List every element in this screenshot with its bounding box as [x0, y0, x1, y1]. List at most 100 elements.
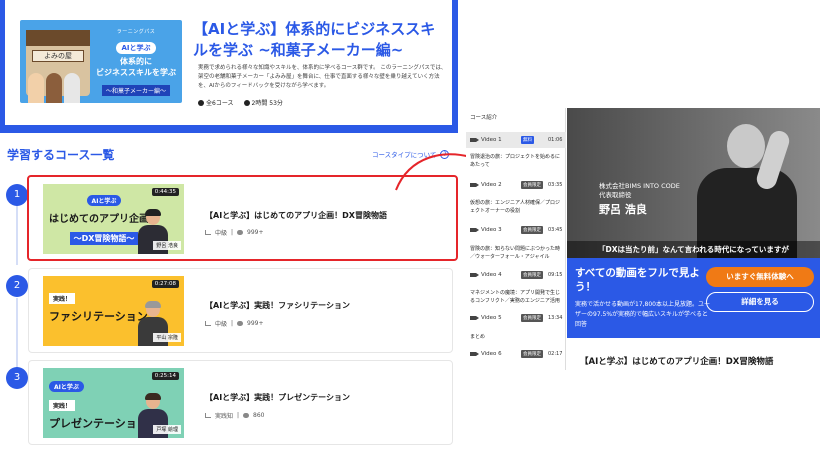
speaker-nameplate: 戸塚 絵理	[153, 425, 181, 434]
thumbnail-main-text: ファシリテーション	[49, 310, 148, 323]
thumbnail-ai-label: AIと学ぶ	[86, 195, 122, 206]
subscription-promo: すべての動画をフルで見よう！ 実務で活かせる動画が17,800本以上見放題。ユー…	[567, 258, 820, 338]
level-icon	[205, 230, 211, 235]
video-time: 09:15	[548, 272, 563, 278]
video-label: Video 4	[481, 272, 502, 278]
course-intro-panel: コース紹介 Video 1 無料 01:06 冒険退治の旅：プロジェクトを始める…	[466, 108, 566, 370]
speaker-nameplate: 野呂 浩良	[153, 241, 181, 250]
speaker-nameplate: 平山 宗隆	[153, 333, 181, 342]
meta-divider: |	[237, 412, 240, 419]
video-time: 03:45	[548, 227, 563, 233]
chapter-title: 冒険の旅：知らない問題にぶつかった時／ウォーターフォール・アジャイル	[470, 246, 561, 260]
thumbnail-sub-text: 〜DX冒険物語〜	[69, 232, 139, 245]
grid-icon	[198, 99, 204, 106]
learning-path-title: 【AIと学ぶ】体系的にビジネススキルを学ぶ ~和菓子メーカー編~	[193, 20, 436, 59]
video-item-1[interactable]: Video 1 無料 01:06	[466, 132, 566, 148]
video-camera-icon	[470, 273, 479, 277]
course-number: 2	[6, 275, 28, 297]
course-title[interactable]: 【AIと学ぶ】はじめてのアプリ企画！DX冒険物語	[205, 210, 387, 221]
learning-path-meta: 全6コース 2時間 53分	[198, 98, 283, 107]
details-button[interactable]: 詳細を見る	[706, 292, 814, 312]
member-badge: 会員限定	[521, 314, 543, 322]
course-meta: 中級 | 999+	[205, 228, 264, 237]
thumbnail-ai-label: AIと学ぶ	[49, 381, 84, 392]
speaker-hair	[145, 209, 161, 216]
course-level: 実践知	[215, 413, 234, 420]
meta-divider: |	[231, 320, 234, 327]
video-item-4[interactable]: Video 4 会員限定 09:15	[466, 267, 566, 283]
video-camera-icon	[470, 228, 479, 232]
learning-path-hero-image: よみの屋 ラーニングパス AIと学ぶ 体系的に ビジネススキルを学ぶ 〜和菓子メ…	[20, 20, 182, 103]
course-thumbnail: 0:25:14 AIと学ぶ 実践！ プレゼンテーション 戸塚 絵理	[43, 368, 184, 438]
duration-badge: 0:25:14	[151, 372, 179, 380]
duration-badge: 0:27:08	[151, 280, 179, 288]
video-label: Video 2	[481, 182, 502, 188]
course-meta: 中級 | 999+	[205, 319, 264, 328]
timeline-connector	[16, 298, 18, 368]
level-icon	[205, 413, 211, 418]
total-duration-text: 2時間 53分	[251, 100, 283, 107]
character-illustration	[46, 73, 62, 103]
member-badge: 会員限定	[521, 271, 543, 279]
presenter-head	[727, 124, 765, 168]
hero-text: ラーニングパス AIと学ぶ 体系的に ビジネススキルを学ぶ 〜和菓子メーカー編〜	[92, 28, 180, 97]
video-time: 13:34	[548, 315, 563, 321]
course-level: 中級	[215, 230, 228, 237]
presenter-photo	[687, 124, 807, 258]
course-number: 1	[6, 184, 28, 206]
comment-icon	[243, 413, 250, 418]
course-card[interactable]: 0:27:08 実践！ ファシリテーション 平山 宗隆 【AIと学ぶ】実践！ファ…	[28, 268, 453, 353]
course-comment-count: 999+	[247, 320, 264, 327]
video-camera-icon	[470, 316, 479, 320]
learning-path-description: 実務で求められる様々な知識やスキルを、体系的に学べるコース群です。 このラーニン…	[198, 65, 447, 89]
comment-icon	[237, 321, 244, 326]
free-badge: 無料	[521, 136, 534, 144]
comment-icon	[237, 230, 244, 235]
video-item-6[interactable]: Video 6 会員限定 02:17	[466, 346, 566, 362]
course-thumbnail: 0:27:08 実践！ ファシリテーション 平山 宗隆	[43, 276, 184, 346]
shop-roof	[26, 30, 90, 46]
thumbnail-badge: 実践！	[49, 400, 76, 411]
course-thumbnail: 0:44:35 AIと学ぶ はじめてのアプリ企画！ 〜DX冒険物語〜 野呂 浩良	[43, 184, 184, 254]
video-item-3[interactable]: Video 3 会員限定 03:45	[466, 222, 566, 238]
member-badge: 会員限定	[521, 350, 543, 358]
meta-divider: |	[231, 229, 234, 236]
thumbnail-title: 実践！ ファシリテーション	[49, 286, 148, 324]
character-illustration	[28, 73, 44, 103]
member-badge: 会員限定	[521, 226, 543, 234]
free-trial-button[interactable]: いますぐ無料体験へ	[706, 267, 814, 287]
video-label: Video 3	[481, 227, 502, 233]
video-subtitle: 「DXは当たり前」なんて言われる時代になっていますが	[567, 241, 820, 258]
video-item-5[interactable]: Video 5 会員限定 13:34	[466, 310, 566, 326]
course-count-text: 全6コース	[206, 100, 234, 107]
course-list-heading: 学習するコース一覧	[7, 148, 115, 162]
chapter-title: 冒険退治の旅：プロジェクトを始めるにあたって	[470, 154, 561, 168]
video-course-title: 【AIと学ぶ】はじめてのアプリ企画！DX冒険物語	[580, 357, 774, 367]
video-camera-icon	[470, 138, 479, 142]
course-intro-heading: コース紹介	[470, 115, 498, 121]
hero-main-text: 体系的に ビジネススキルを学ぶ	[96, 57, 176, 77]
character-illustration	[64, 73, 80, 103]
thumbnail-badge: 実践！	[49, 293, 76, 304]
video-camera-icon	[470, 352, 479, 356]
presenter-company: 株式会社BIMS INTO CODE 代表取締役	[599, 182, 680, 199]
video-time: 01:06	[548, 137, 563, 143]
promo-description: 実務で活かせる動画が17,800本以上見放題。ユーザーの97.5%が実務的で幅広…	[575, 301, 710, 328]
banner-card: よみの屋 ラーニングパス AIと学ぶ 体系的に ビジネススキルを学ぶ 〜和菓子メ…	[5, 0, 452, 125]
video-time: 03:35	[548, 182, 563, 188]
chapter-title: 仮想の旅：エンジニア人材確保／プロジェクトオーナーの役割	[470, 200, 561, 214]
learning-path-banner: よみの屋 ラーニングパス AIと学ぶ 体系的に ビジネススキルを学ぶ 〜和菓子メ…	[0, 0, 458, 133]
course-title[interactable]: 【AIと学ぶ】実践！プレゼンテーション	[205, 392, 350, 403]
speaker-hair	[145, 301, 161, 308]
video-label: Video 5	[481, 315, 502, 321]
course-level: 中級	[215, 321, 228, 328]
video-player[interactable]: 株式会社BIMS INTO CODE 代表取締役 野呂 浩良 「DXは当たり前」…	[567, 108, 820, 258]
course-title[interactable]: 【AIと学ぶ】実践！ファシリテーション	[205, 300, 350, 311]
speaker-hair	[145, 393, 161, 400]
course-comment-count: 999+	[247, 229, 264, 236]
video-camera-icon	[470, 183, 479, 187]
video-item-2[interactable]: Video 2 会員限定 03:35	[466, 177, 566, 193]
course-card[interactable]: 0:25:14 AIと学ぶ 実践！ プレゼンテーション 戸塚 絵理 【AIと学ぶ…	[28, 360, 453, 445]
video-time: 02:17	[548, 351, 563, 357]
video-label: Video 6	[481, 351, 502, 357]
